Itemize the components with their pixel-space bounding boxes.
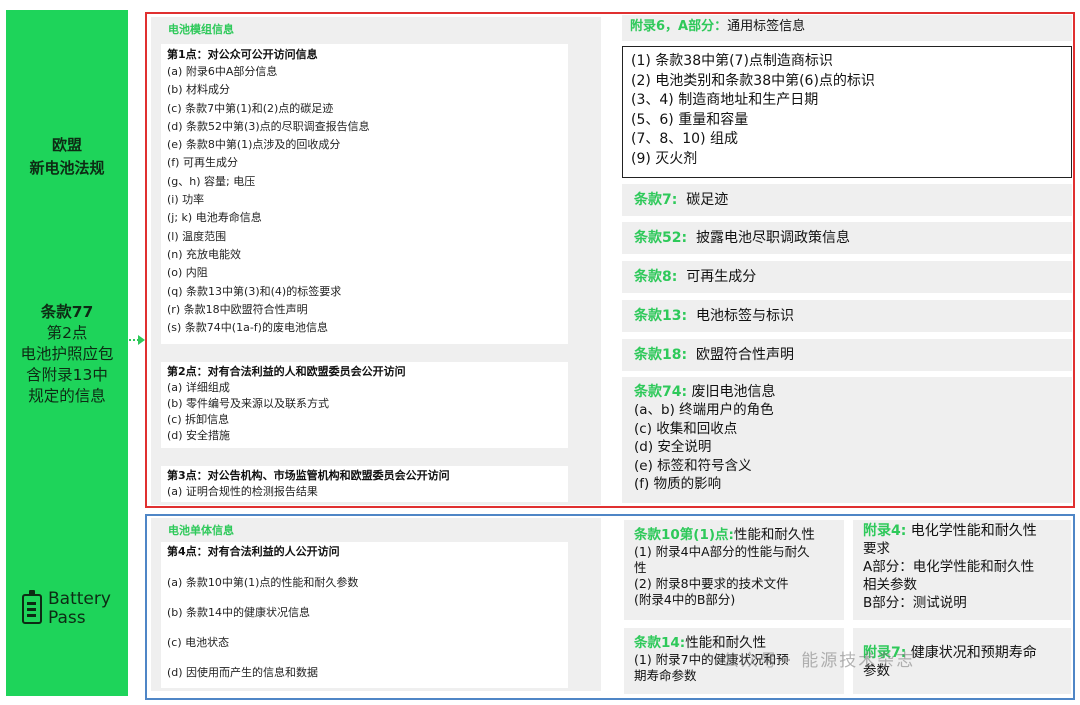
arrow-right-icon — [129, 335, 145, 345]
point1-item: (l) 温度范围 — [167, 229, 227, 243]
point3-item: (a) 证明合规性的检测报告结果 — [167, 485, 318, 498]
point2-item: (d) 安全措施 — [167, 429, 231, 442]
point2-heading: 第2点：对有合法利益的人和欧盟委员会公开访问 — [167, 365, 406, 378]
article-text: 可再生成分 — [686, 269, 757, 285]
point1-item: (q) 条款13中第(3)和(4)的标签要求 — [167, 284, 342, 298]
point1-heading: 第1点：对公众可公开访问信息 — [167, 48, 318, 61]
article-card: 条款7: 碳足迹 — [622, 184, 1072, 216]
point1-item: (b) 材料成分 — [167, 83, 231, 97]
article74-item: (c) 收集和回收点 — [634, 420, 738, 437]
point1-item: (a) 附录6中A部分信息 — [167, 65, 278, 78]
point2-item: (a) 详细组成 — [167, 381, 230, 394]
watermark: 公众号 · 能源技术杂志 — [722, 651, 916, 671]
point1-item: (r) 条款18中欧盟符合性声明 — [167, 302, 308, 316]
article10-line: 性 — [634, 560, 647, 575]
point4-item: (b) 条款14中的健康状况信息 — [167, 606, 311, 619]
article74-item: (f) 物质的影响 — [634, 476, 722, 492]
point1-item: (c) 条款7中第(1)和(2)点的碳足迹 — [167, 101, 334, 115]
annex4-line: B部分：测试说明 — [863, 595, 967, 611]
annex6-header: 附录6，A部分：通用标签信息 — [622, 15, 1072, 41]
article74-text: 废旧电池信息 — [691, 384, 776, 400]
point1-item: (f) 可再生成分 — [167, 156, 238, 170]
annex6-list: (1) 条款38中第(7)点制造商标识 (2) 电池类别和条款38中第(6)点的标… — [622, 46, 1072, 178]
article10-line: (1) 附录4中A部分的性能与耐久 — [634, 544, 810, 559]
article74-key: 条款74: — [634, 384, 688, 400]
left-column: 欧盟 新电池法规 条款77 第2点 电池护照应包 含附录13中 规定的信息 Ba… — [6, 10, 128, 696]
article10-text: 性能和耐久性 — [733, 527, 815, 543]
article74-item: (e) 标签和符号含义 — [634, 457, 752, 474]
point3-heading: 第3点：对公告机构、市场监管机构和欧盟委员会公开访问 — [167, 469, 450, 482]
point4-item: (a) 条款10中第(1)点的性能和耐久参数 — [167, 576, 359, 589]
battery-icon — [22, 590, 42, 624]
passport-desc-line3: 规定的信息 — [28, 387, 106, 405]
article-card: 条款52: 披露电池尽职调政策信息 — [622, 222, 1072, 254]
battery-pass-logo: Battery Pass — [16, 588, 126, 634]
cell-section-title: 电池单体信息 — [168, 524, 234, 537]
logo-text-battery: Battery — [48, 589, 111, 609]
point1-item: (j; k) 电池寿命信息 — [167, 211, 262, 225]
annex4-line: A部分：电化学性能和耐久性 — [863, 559, 1035, 575]
article-key: 条款13: — [634, 308, 688, 324]
article74-item: (d) 安全说明 — [634, 439, 712, 455]
article77-label: 条款77 — [40, 303, 94, 321]
article-key: 条款7: — [634, 192, 678, 208]
passport-desc-line2: 含附录13中 — [26, 366, 108, 384]
annex6-key: 附录6，A部分： — [630, 19, 728, 34]
article10-line: (附录4中的B部分) — [634, 592, 736, 607]
point4-item: (d) 因使用而产生的信息和数据 — [167, 666, 319, 679]
point1-item: (i) 功率 — [167, 193, 205, 207]
article74-card: 条款74: 废旧电池信息 (a、b) 终端用户的角色 (c) 收集和回收点 (d) … — [622, 377, 1072, 503]
point1-item: (n) 充放电能效 — [167, 247, 242, 261]
annex7-text: 健康状况和预期寿命 — [910, 645, 1037, 661]
article14-key: 条款14: — [634, 635, 686, 651]
article-card: 条款8: 可再生成分 — [622, 261, 1072, 293]
article-key: 条款52: — [634, 230, 688, 246]
annex6-item: (5、6) 重量和容量 — [631, 111, 749, 128]
regulation-title-line2: 新电池法规 — [29, 159, 105, 177]
point1-item: (s) 条款74中(1a-f)的废电池信息 — [167, 321, 328, 335]
article-card: 条款13: 电池标签与标识 — [622, 300, 1072, 332]
article-text: 披露电池尽职调政策信息 — [696, 230, 850, 246]
article-text: 电池标签与标识 — [696, 308, 794, 324]
article-key: 条款18: — [634, 347, 688, 363]
point2-label: 第2点 — [46, 324, 88, 342]
annex6-item: (2) 电池类别和条款38中第(6)点的标识 — [631, 72, 875, 89]
annex4-text: 电化学性能和耐久性 — [910, 523, 1037, 539]
point4-heading: 第4点：对有合法利益的人公开访问 — [167, 545, 340, 558]
annex6-item: (7、8、10) 组成 — [631, 131, 739, 147]
article10-key: 条款10第(1)点: — [634, 527, 734, 543]
article-text: 碳足迹 — [686, 192, 729, 208]
annex4-line: 相关参数 — [863, 577, 917, 593]
annex4-card: 附录4: 电化学性能和耐久性 要求 A部分：电化学性能和耐久性 相关参数 B部分：测试… — [853, 520, 1071, 620]
point2-item: (c) 拆卸信息 — [167, 413, 230, 426]
point4-card: 第4点：对有合法利益的人公开访问 (a) 条款10中第(1)点的性能和耐久参数 (… — [161, 542, 568, 688]
point2-card: 第2点：对有合法利益的人和欧盟委员会公开访问 (a) 详细组成 (b) 零件编号及… — [161, 362, 568, 448]
point1-item: (g、h) 容量; 电压 — [167, 174, 256, 188]
annex6-item: (9) 灭火剂 — [631, 150, 698, 167]
article-text: 欧盟符合性声明 — [696, 347, 794, 363]
point1-card: 第1点：对公众可公开访问信息 (a) 附录6中A部分信息 (b) 材料成分 (c) … — [161, 44, 568, 344]
logo-text-pass: Pass — [48, 608, 86, 628]
regulation-title-line1: 欧盟 — [51, 136, 82, 154]
point3-card: 第3点：对公告机构、市场监管机构和欧盟委员会公开访问 (a) 证明合规性的检测报… — [161, 466, 568, 502]
article-card: 条款18: 欧盟符合性声明 — [622, 339, 1072, 371]
point2-item: (b) 零件编号及来源以及联系方式 — [167, 397, 330, 410]
article74-item: (a、b) 终端用户的角色 — [634, 402, 774, 418]
passport-desc-line1: 电池护照应包 — [20, 345, 114, 363]
annex6-title: 通用标签信息 — [727, 19, 806, 34]
point4-item: (c) 电池状态 — [167, 636, 230, 649]
module-section-title: 电池模组信息 — [168, 23, 234, 36]
annex4-key: 附录4: — [863, 523, 907, 539]
article10-line: (2) 附录8中要求的技术文件 — [634, 576, 789, 591]
point1-item: (e) 条款8中第(1)点涉及的回收成分 — [167, 138, 341, 152]
point1-item: (d) 条款52中第(3)点的尽职调查报告信息 — [167, 119, 370, 133]
annex6-item: (1) 条款38中第(7)点制造商标识 — [631, 53, 833, 69]
annex6-item: (3、4) 制造商地址和生产日期 — [631, 92, 819, 108]
point1-item: (o) 内阻 — [167, 266, 208, 280]
article10-card: 条款10第(1)点:性能和耐久性 (1) 附录4中A部分的性能与耐久性 (2) 附… — [624, 520, 844, 620]
annex4-line: 要求 — [863, 541, 890, 557]
article-key: 条款8: — [634, 269, 678, 285]
